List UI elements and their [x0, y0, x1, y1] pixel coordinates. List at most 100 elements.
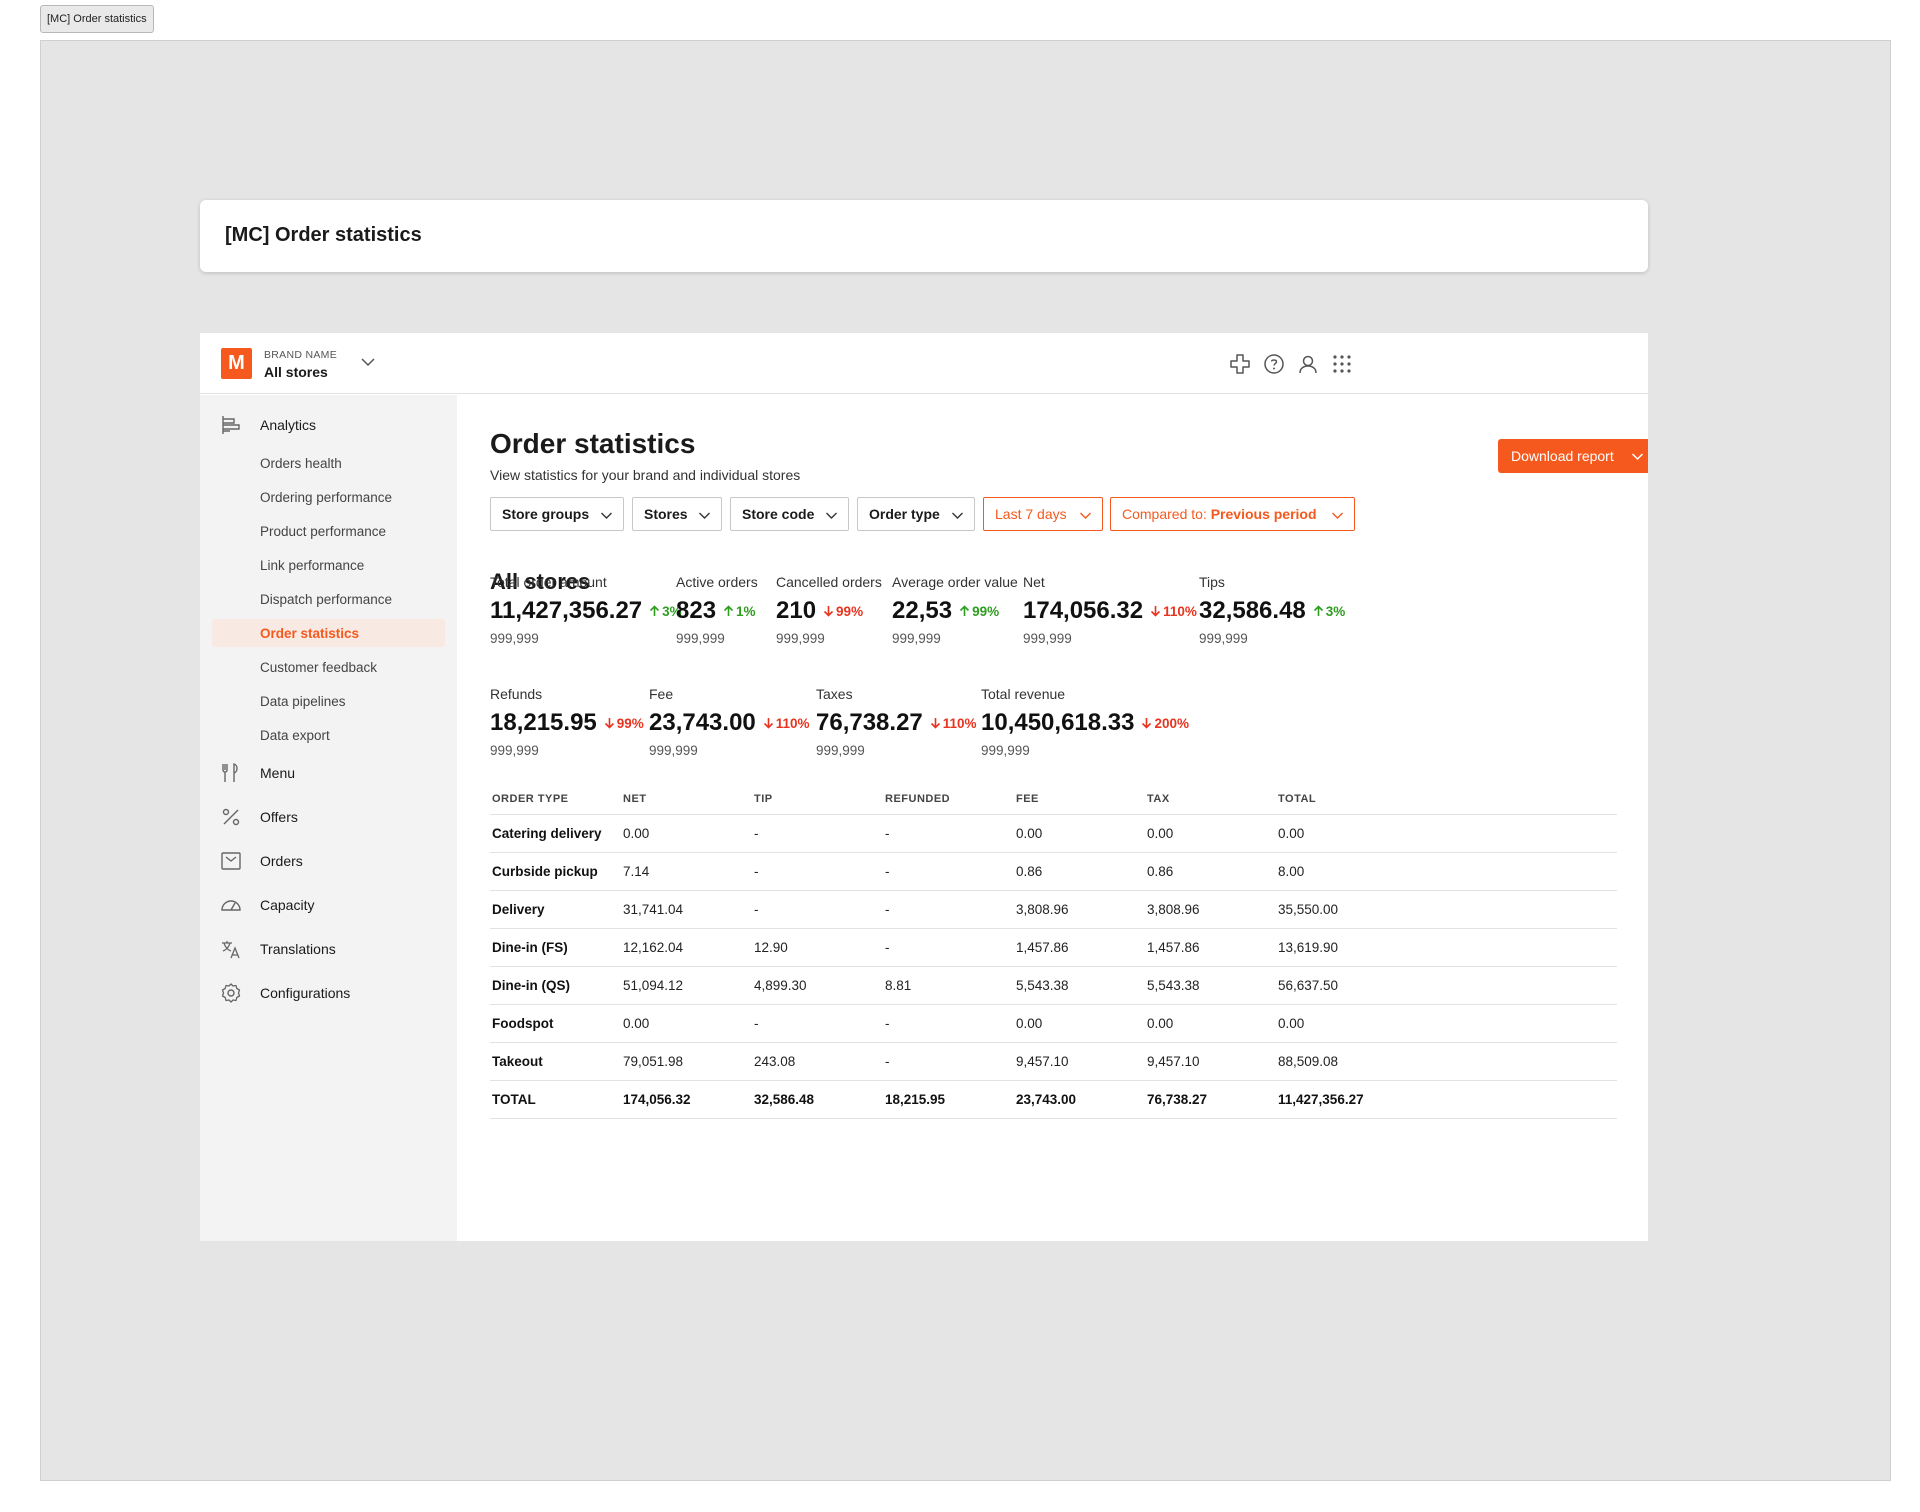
compare-period-filter[interactable]: Compared to: Previous period [1110, 497, 1355, 531]
sidebar-subitem-dispatch-performance[interactable]: Dispatch performance [212, 585, 445, 613]
sidebar-subitem-data-export[interactable]: Data export [212, 721, 445, 749]
chevron-down-icon [1080, 512, 1091, 519]
filter-label: Stores [644, 506, 688, 522]
table-cell: 12.90 [752, 928, 883, 967]
table-row: Delivery 31,741.04- -3,808.96 3,808.96 35,55… [490, 890, 1617, 929]
metric-card: Net 174,056.32 110% 999,999 [1023, 574, 1197, 646]
metric-compare-value: 999,999 [1199, 631, 1248, 646]
table-cell: 0.00 [1145, 814, 1276, 853]
metric-value: 210 [776, 597, 817, 624]
metric-delta: 3% [1313, 604, 1345, 619]
sidebar-item-menu[interactable]: Menu [212, 759, 445, 787]
metric-delta-value: 200% [1154, 715, 1190, 731]
table-cell: 88,509.08 [1276, 1042, 1617, 1081]
metric-label: Average order value [892, 574, 1018, 590]
metric-delta: 99% [959, 604, 999, 619]
table-row: Catering delivery 0.00- -0.00 0.00 0.00 [490, 814, 1617, 853]
arrow-down-icon [823, 605, 834, 617]
table-header-cell: TAX [1145, 784, 1276, 815]
metric-compare-value: 999,999 [1023, 631, 1072, 646]
sidebar-item-configurations[interactable]: Configurations [212, 979, 445, 1007]
store-code-filter[interactable]: Store code [730, 497, 849, 531]
date-range-filter[interactable]: Last 7 days [983, 497, 1103, 531]
sidebar-item-orders[interactable]: Orders [212, 847, 445, 875]
table-total-row: TOTAL 174,056.32 32,586.48 18,215.95 23,743.… [490, 1080, 1617, 1119]
metric-card: Total order amount 11,427,356.27 3% 999,999 [490, 574, 682, 646]
sidebar-subitem-label: Customer feedback [260, 660, 378, 675]
table-body: Catering delivery 0.00- -0.00 0.00 0.00 Curbs… [490, 814, 1617, 1119]
sidebar-item-capacity[interactable]: Capacity [212, 891, 445, 919]
menu-fork-knife-icon [222, 763, 238, 782]
sidebar-subitem-data-pipelines[interactable]: Data pipelines [212, 687, 445, 715]
apps-grid-icon[interactable] [1330, 352, 1354, 376]
arrow-up-icon [650, 604, 660, 616]
metric-label: Fee [649, 686, 674, 702]
sidebar-subitem-ordering-performance[interactable]: Ordering performance [212, 483, 445, 511]
brand-name-label: BRAND NAME [264, 349, 338, 361]
metric-value: 32,586.48 [1199, 597, 1306, 624]
metric-compare-value: 999,999 [816, 743, 865, 758]
metric-label: Refunds [490, 686, 543, 702]
metric-value: 11,427,356.27 [490, 597, 643, 624]
metric-delta: 1% [723, 604, 756, 619]
table-header-cell: ORDER TYPE [490, 784, 621, 815]
metric-value: 18,215.95 [490, 709, 597, 736]
metric-card: Fee 23,743.00 110% 999,999 [649, 686, 810, 758]
table-cell: - [883, 814, 1014, 853]
table-cell: 3,808.96 [1014, 890, 1145, 929]
table-cell: 18,215.95 [883, 1080, 1014, 1119]
download-report-button[interactable]: Download report [1498, 439, 1648, 473]
sidebar-subitem-order-statistics[interactable]: Order statistics [212, 619, 445, 647]
order-type-filter[interactable]: Order type [857, 497, 975, 531]
filter-label: Last 7 days [995, 506, 1067, 522]
order-type-cell: Foodspot [490, 1004, 621, 1043]
sidebar-subitem-orders-health[interactable]: Orders health [212, 449, 445, 477]
sidebar-item-offers[interactable]: Offers [212, 803, 445, 831]
table-header-cell: FEE [1014, 784, 1145, 815]
arrow-up-icon [1313, 604, 1323, 616]
user-icon[interactable] [1296, 352, 1320, 376]
store-groups-filter[interactable]: Store groups [490, 497, 624, 531]
stores-filter[interactable]: Stores [632, 497, 722, 531]
metric-label: Cancelled orders [776, 574, 882, 590]
metric-card: Total revenue 10,450,618.33 200% 999,999 [981, 686, 1189, 758]
table-cell: 8.00 [1276, 852, 1617, 891]
table-header-cell: TOTAL [1276, 784, 1617, 815]
sidebar-item-label: Capacity [260, 897, 315, 913]
table-cell: 23,743.00 [1014, 1080, 1145, 1119]
help-icon[interactable] [1262, 352, 1286, 376]
order-type-cell: Catering delivery [490, 814, 621, 853]
sidebar-subitem-customer-feedback[interactable]: Customer feedback [212, 653, 445, 681]
filter-label: Order type [869, 506, 940, 522]
table-cell: 3,808.96 [1145, 890, 1276, 929]
top-bar: M BRAND NAME All stores [200, 333, 1648, 394]
sidebar-item-label: Orders [260, 853, 303, 869]
metric-card: Tips 32,586.48 3% 999,999 [1199, 574, 1345, 646]
percent-icon [222, 808, 240, 826]
store-selector-value[interactable]: All stores [264, 364, 328, 380]
table-cell: 4,899.30 [752, 966, 883, 1005]
gauge-icon [221, 900, 241, 911]
plus-icon[interactable] [1228, 352, 1252, 376]
sidebar-item-analytics[interactable]: Analytics [212, 411, 445, 439]
metric-compare-value: 999,999 [981, 743, 1030, 758]
table-cell: - [883, 1004, 1014, 1043]
table-cell: - [752, 852, 883, 891]
metric-delta: 99% [604, 716, 644, 731]
chevron-down-icon [699, 512, 710, 519]
table-cell: 56,637.50 [1276, 966, 1617, 1005]
table-cell: - [883, 928, 1014, 967]
sidebar-item-translations[interactable]: Translations [212, 935, 445, 963]
table-cell: 0.00 [621, 814, 752, 853]
compare-value: Previous period [1210, 506, 1317, 522]
chevron-down-icon[interactable] [360, 354, 376, 370]
sidebar-item-label: Offers [260, 809, 298, 825]
order-type-cell: Takeout [490, 1042, 621, 1081]
sidebar-subitem-product-performance[interactable]: Product performance [212, 517, 445, 545]
table-cell: 0.00 [1276, 1004, 1617, 1043]
sidebar-item-label: Configurations [260, 985, 351, 1001]
metric-delta: 110% [1150, 604, 1197, 619]
chevron-down-icon [826, 512, 837, 519]
table-header-cell: NET [621, 784, 752, 815]
sidebar-subitem-link-performance[interactable]: Link performance [212, 551, 445, 579]
